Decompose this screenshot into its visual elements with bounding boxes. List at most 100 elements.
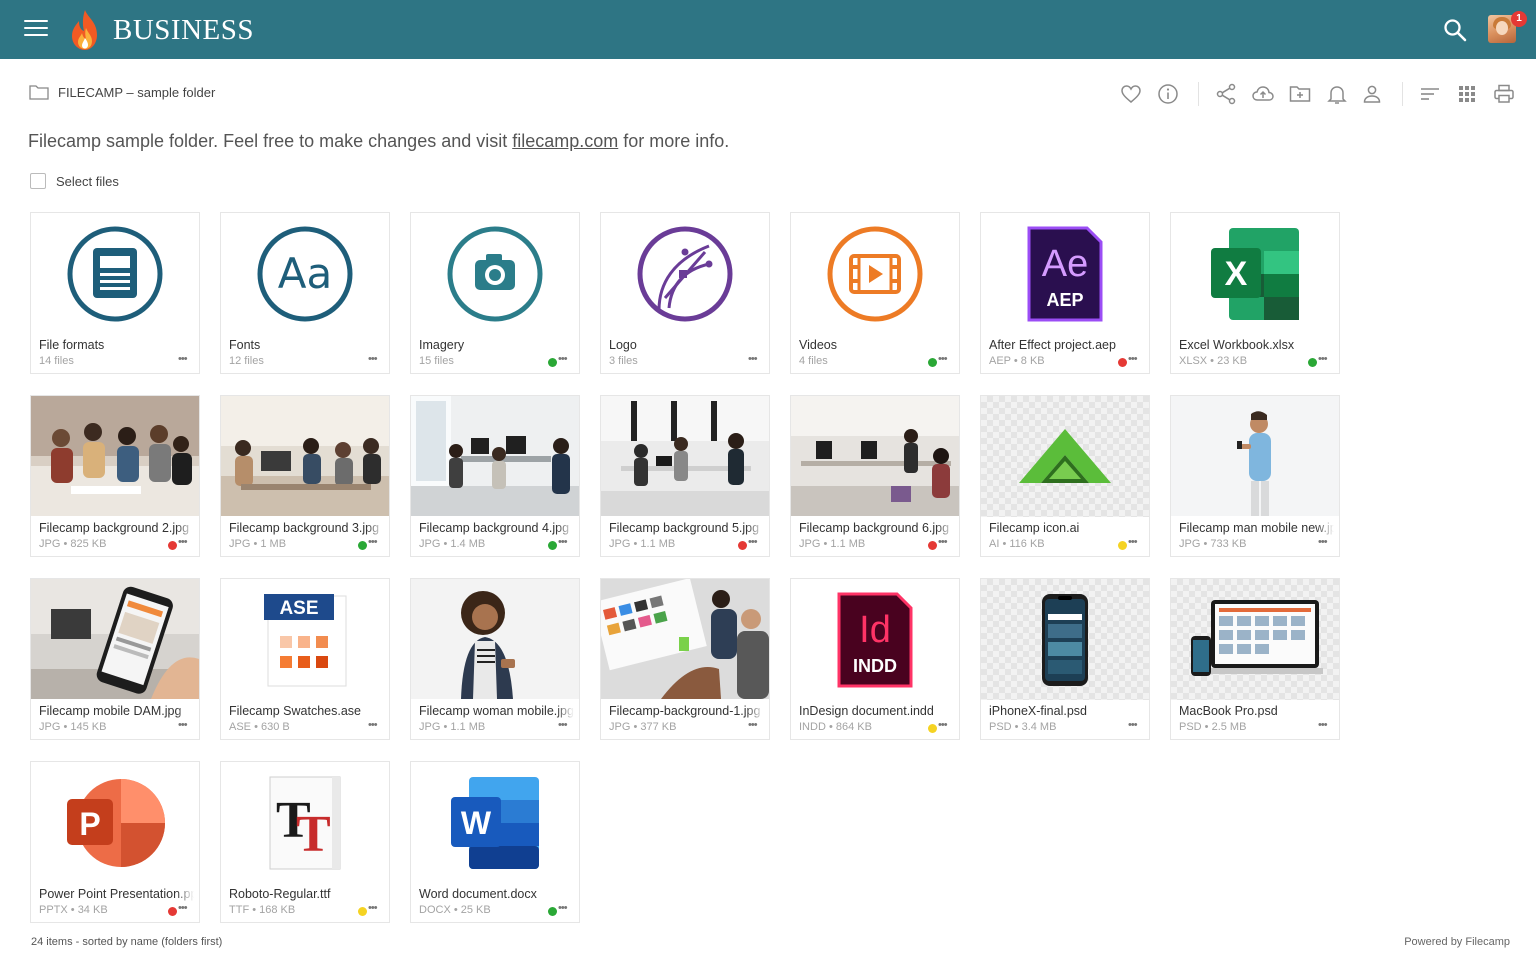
more-options-icon[interactable]: ••• <box>938 536 948 548</box>
more-options-icon[interactable]: ••• <box>368 902 378 914</box>
sort-icon[interactable] <box>1418 82 1442 106</box>
more-options-icon[interactable]: ••• <box>748 536 758 548</box>
file-card[interactable]: Id INDD InDesign document.indd INDD • 864 K… <box>790 578 960 740</box>
file-card[interactable]: Filecamp background 3.jpg JPG • 1 MB ••• <box>220 395 390 557</box>
file-thumbnail[interactable] <box>1171 396 1339 516</box>
share-icon[interactable] <box>1214 82 1238 106</box>
more-options-icon[interactable]: ••• <box>1128 536 1138 548</box>
file-card[interactable]: ASE Filecamp Swatches.ase ASE • 630 B ••• <box>220 578 390 740</box>
file-name[interactable]: Power Point Presentation.pptx <box>39 887 194 901</box>
file-name[interactable]: Filecamp background 3.jpg <box>229 521 384 535</box>
file-name[interactable]: Filecamp mobile DAM.jpg <box>39 704 194 718</box>
brand-title[interactable]: BUSINESS <box>113 14 254 47</box>
file-card[interactable]: MacBook Pro.psd PSD • 2.5 MB ••• <box>1170 578 1340 740</box>
file-thumbnail[interactable] <box>411 396 579 516</box>
print-icon[interactable] <box>1492 82 1516 106</box>
file-thumbnail[interactable]: X <box>1171 213 1339 334</box>
file-card[interactable]: Videos 4 files ••• <box>790 212 960 374</box>
file-name[interactable]: MacBook Pro.psd <box>1179 704 1334 718</box>
file-thumbnail[interactable] <box>791 396 959 516</box>
file-card[interactable]: P Power Point Presentation.pptx PPTX • 34 … <box>30 761 200 923</box>
file-card[interactable]: iPhoneX-final.psd PSD • 3.4 MB ••• <box>980 578 1150 740</box>
more-options-icon[interactable]: ••• <box>558 536 568 548</box>
more-options-icon[interactable]: ••• <box>178 536 188 548</box>
file-name[interactable]: Filecamp background 5.jpg <box>609 521 764 535</box>
file-card[interactable]: Filecamp background 6.jpg JPG • 1.1 MB ••• <box>790 395 960 557</box>
file-card[interactable]: File formats 14 files ••• <box>30 212 200 374</box>
file-thumbnail[interactable] <box>791 213 959 334</box>
file-thumbnail[interactable]: Id INDD <box>791 579 959 700</box>
more-options-icon[interactable]: ••• <box>1318 536 1328 548</box>
more-options-icon[interactable]: ••• <box>558 353 568 365</box>
file-thumbnail[interactable] <box>411 213 579 334</box>
file-card[interactable]: W Word document.docx DOCX • 25 KB ••• <box>410 761 580 923</box>
more-options-icon[interactable]: ••• <box>368 536 378 548</box>
file-name[interactable]: After Effect project.aep <box>989 338 1144 352</box>
file-card[interactable]: Filecamp background 2.jpg JPG • 825 KB ••• <box>30 395 200 557</box>
file-thumbnail[interactable]: Aa <box>221 213 389 334</box>
file-name[interactable]: InDesign document.indd <box>799 704 954 718</box>
file-thumbnail[interactable] <box>601 213 769 334</box>
file-thumbnail[interactable]: P <box>31 762 199 883</box>
file-card[interactable]: T T Roboto-Regular.ttf TTF • 168 KB ••• <box>220 761 390 923</box>
more-options-icon[interactable]: ••• <box>368 353 378 365</box>
flame-logo-icon[interactable] <box>66 8 104 52</box>
file-card[interactable]: Filecamp mobile DAM.jpg JPG • 145 KB ••• <box>30 578 200 740</box>
file-card[interactable]: Filecamp background 5.jpg JPG • 1.1 MB ••• <box>600 395 770 557</box>
file-thumbnail[interactable] <box>601 579 769 699</box>
file-thumbnail[interactable]: TT <box>221 762 389 883</box>
file-name[interactable]: Filecamp woman mobile.jpg <box>419 704 574 718</box>
file-name[interactable]: Fonts <box>229 338 384 352</box>
breadcrumb[interactable]: FILECAMP – sample folder <box>29 84 215 100</box>
file-card[interactable]: Filecamp icon.ai AI • 116 KB ••• <box>980 395 1150 557</box>
file-name[interactable]: Word document.docx <box>419 887 574 901</box>
file-card[interactable]: Ae AEP After Effect project.aep AEP • 8 KB •… <box>980 212 1150 374</box>
file-card[interactable]: Filecamp background 4.jpg JPG • 1.4 MB ••• <box>410 395 580 557</box>
file-name[interactable]: Videos <box>799 338 954 352</box>
user-icon[interactable] <box>1360 82 1384 106</box>
file-thumbnail[interactable]: Ae AEP <box>981 213 1149 334</box>
menu-icon[interactable] <box>24 20 48 38</box>
file-thumbnail[interactable]: W <box>411 762 579 883</box>
file-name[interactable]: Filecamp-background-1.jpg <box>609 704 764 718</box>
file-card[interactable]: Filecamp woman mobile.jpg JPG • 1.1 MB ••• <box>410 578 580 740</box>
file-card[interactable]: Aa Fonts 12 files ••• <box>220 212 390 374</box>
file-name[interactable]: Filecamp background 2.jpg <box>39 521 194 535</box>
file-name[interactable]: Roboto-Regular.ttf <box>229 887 384 901</box>
more-options-icon[interactable]: ••• <box>178 353 188 365</box>
file-name[interactable]: Filecamp background 4.jpg <box>419 521 574 535</box>
file-thumbnail[interactable] <box>221 396 389 516</box>
upload-cloud-icon[interactable] <box>1251 82 1275 106</box>
file-name[interactable]: iPhoneX-final.psd <box>989 704 1144 718</box>
more-options-icon[interactable]: ••• <box>1318 719 1328 731</box>
more-options-icon[interactable]: ••• <box>368 719 378 731</box>
file-card[interactable]: Filecamp-background-1.jpg JPG • 377 KB ••• <box>600 578 770 740</box>
file-name[interactable]: Filecamp man mobile new.jpg <box>1179 521 1334 535</box>
more-options-icon[interactable]: ••• <box>1318 353 1328 365</box>
more-options-icon[interactable]: ••• <box>1128 353 1138 365</box>
file-thumbnail[interactable] <box>601 396 769 516</box>
more-options-icon[interactable]: ••• <box>938 353 948 365</box>
more-options-icon[interactable]: ••• <box>178 719 188 731</box>
select-files-toggle[interactable]: Select files <box>30 173 119 189</box>
new-folder-icon[interactable] <box>1288 82 1312 106</box>
file-name[interactable]: Excel Workbook.xlsx <box>1179 338 1334 352</box>
info-icon[interactable] <box>1156 82 1180 106</box>
grid-view-icon[interactable] <box>1455 82 1479 106</box>
more-options-icon[interactable]: ••• <box>938 719 948 731</box>
file-thumbnail[interactable] <box>1171 579 1339 700</box>
file-name[interactable]: Filecamp icon.ai <box>989 521 1144 535</box>
file-card[interactable]: X Excel Workbook.xlsx XLSX • 23 KB ••• <box>1170 212 1340 374</box>
file-card[interactable]: Filecamp man mobile new.jpg JPG • 733 KB •… <box>1170 395 1340 557</box>
heart-icon[interactable] <box>1119 82 1143 106</box>
file-thumbnail[interactable]: ASE <box>221 579 389 700</box>
file-thumbnail[interactable] <box>31 213 199 334</box>
file-thumbnail[interactable] <box>31 579 199 699</box>
file-card[interactable]: Imagery 15 files ••• <box>410 212 580 374</box>
file-name[interactable]: File formats <box>39 338 194 352</box>
more-options-icon[interactable]: ••• <box>558 902 568 914</box>
file-thumbnail[interactable] <box>31 396 199 516</box>
breadcrumb-path[interactable]: FILECAMP – sample folder <box>58 85 215 100</box>
more-options-icon[interactable]: ••• <box>558 719 568 731</box>
bell-icon[interactable] <box>1325 82 1349 106</box>
